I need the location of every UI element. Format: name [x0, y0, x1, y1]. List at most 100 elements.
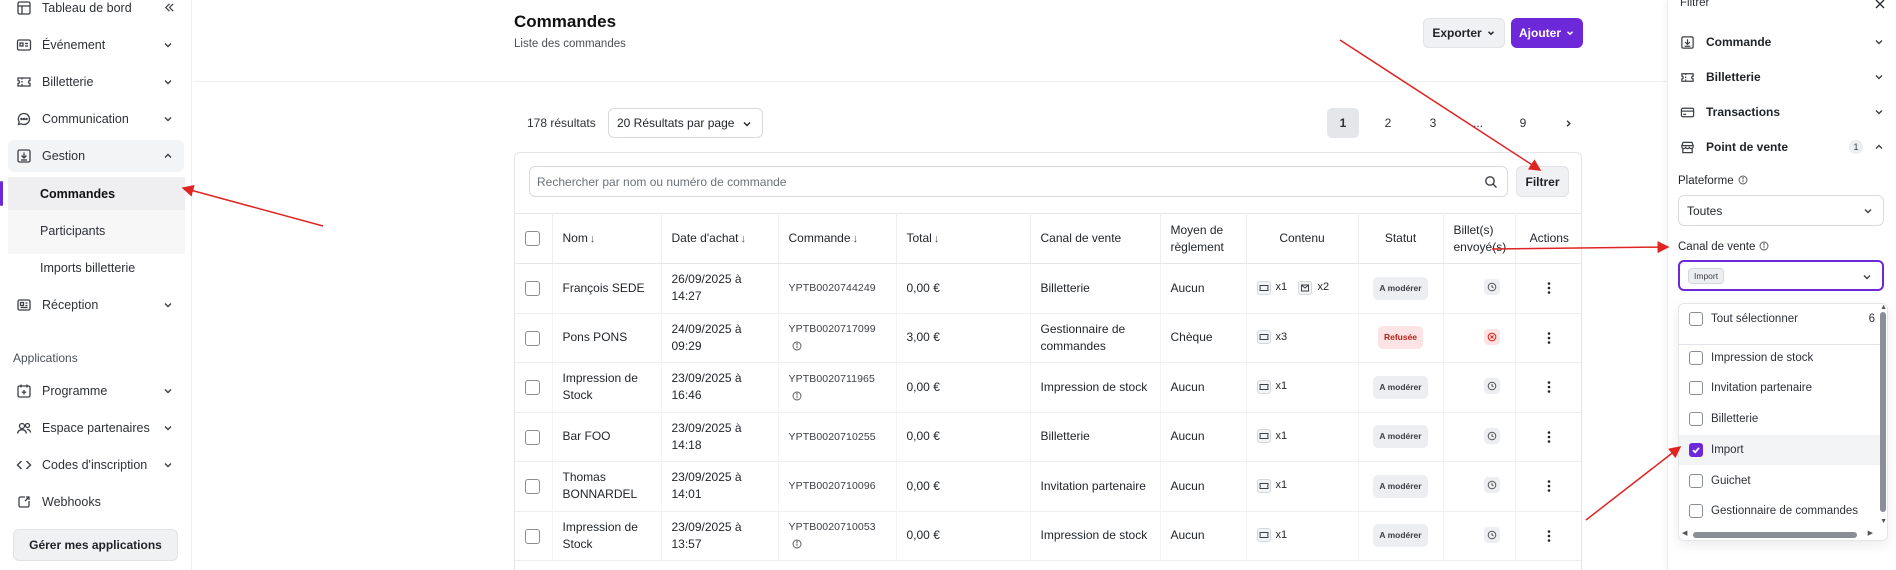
sidebar-item-dashboard[interactable]: Tableau de bord: [8, 0, 184, 24]
vertical-scrollbar[interactable]: [1880, 312, 1886, 512]
option-gestionnaire-de-commandes[interactable]: Gestionnaire de commandes: [1679, 496, 1881, 526]
row-checkbox[interactable]: [525, 330, 540, 346]
sort-icon: ↓: [852, 232, 859, 245]
sidebar-item-evenement[interactable]: Événement: [8, 29, 184, 61]
scroll-right-icon[interactable]: ▶: [1868, 529, 1873, 537]
option-checkbox-checked[interactable]: [1689, 443, 1703, 457]
add-button[interactable]: Ajouter: [1511, 18, 1583, 48]
page-button-9[interactable]: 9: [1507, 108, 1539, 138]
col-date[interactable]: Date d'achat ↓: [661, 213, 779, 264]
selected-channel-tag[interactable]: Import: [1688, 267, 1725, 284]
row-select-cell[interactable]: [515, 313, 553, 363]
row-checkbox[interactable]: [525, 281, 540, 297]
option-guichet[interactable]: Guichet: [1679, 466, 1881, 496]
table-row[interactable]: François SEDE 26/09/2025 à 14:27 YPTB002…: [515, 263, 1581, 314]
next-page-button[interactable]: [1552, 108, 1584, 138]
sidebar-item-webhooks[interactable]: Webhooks: [8, 486, 184, 518]
col-order[interactable]: Commande ↓: [778, 213, 897, 264]
filter-section-transactions[interactable]: Transactions: [1680, 97, 1885, 127]
search-box[interactable]: [529, 166, 1508, 197]
option-checkbox[interactable]: [1689, 351, 1703, 365]
per-page-select[interactable]: 20 Résultats par page: [608, 108, 763, 138]
option-label: Guichet: [1711, 475, 1751, 487]
col-total[interactable]: Total ↓: [896, 213, 1031, 264]
more-vertical-icon[interactable]: [1542, 281, 1556, 295]
export-button[interactable]: Exporter: [1423, 18, 1505, 48]
platform-select[interactable]: Toutes: [1678, 195, 1884, 226]
channel-select[interactable]: Import: [1678, 260, 1884, 291]
more-vertical-icon[interactable]: [1542, 479, 1556, 493]
scroll-left-icon[interactable]: ◀: [1682, 529, 1687, 537]
row-select-cell[interactable]: [515, 461, 553, 512]
info-icon[interactable]: [792, 341, 802, 351]
sidebar-item-gestion[interactable]: Gestion: [8, 140, 184, 172]
more-vertical-icon[interactable]: [1542, 380, 1556, 394]
sidebar-item-communication[interactable]: Communication: [8, 103, 184, 135]
select-all-cell[interactable]: [515, 213, 553, 264]
info-icon[interactable]: [792, 539, 802, 549]
filter-section-commande[interactable]: Commande: [1680, 27, 1885, 57]
page-button-3[interactable]: 3: [1417, 108, 1449, 138]
scroll-up-icon[interactable]: ▲: [1880, 304, 1887, 311]
page-button-1[interactable]: 1: [1327, 108, 1359, 138]
option-checkbox[interactable]: [1689, 474, 1703, 488]
row-checkbox[interactable]: [525, 380, 540, 396]
more-vertical-icon[interactable]: [1542, 430, 1556, 444]
sort-icon: ↓: [933, 232, 940, 245]
table-row[interactable]: Impression de Stock 23/09/2025 à 13:57 Y…: [515, 511, 1581, 561]
orders-table-card: Filtrer Nom↓ Date d'achat↓ Commande↓ Tot…: [514, 152, 1582, 570]
package-icon: [1298, 280, 1313, 295]
horizontal-scrollbar[interactable]: [1693, 532, 1857, 538]
table-row[interactable]: Pons PONS 24/09/2025 à 09:29 YPTB0020717…: [515, 313, 1581, 363]
filter-button[interactable]: Filtrer: [1516, 166, 1569, 197]
row-checkbox[interactable]: [525, 429, 540, 445]
row-select-cell[interactable]: [515, 362, 553, 413]
sidebar-subitem-participants[interactable]: Participants: [8, 214, 185, 247]
layout-icon: [17, 1, 31, 15]
sidebar-item-reception[interactable]: Réception: [8, 289, 184, 321]
search-input[interactable]: [537, 174, 1477, 189]
info-icon[interactable]: [792, 391, 802, 401]
option-import[interactable]: Import: [1679, 435, 1881, 465]
option-impression-de-stock[interactable]: Impression de stock: [1679, 343, 1881, 373]
page-button-2[interactable]: 2: [1372, 108, 1404, 138]
manage-apps-button[interactable]: Gérer mes applications: [13, 529, 178, 561]
table-row[interactable]: Bar FOO 23/09/2025 à 14:18 YPTB002071025…: [515, 412, 1581, 462]
option-checkbox[interactable]: [1689, 412, 1703, 426]
sidebar-item-codes-inscription[interactable]: Codes d'inscription: [8, 449, 184, 481]
cell-actions: [1515, 362, 1581, 413]
filter-section-billetterie[interactable]: Billetterie: [1680, 62, 1885, 92]
order-ref: YPTB0020710096: [788, 480, 876, 493]
option-checkbox[interactable]: [1689, 381, 1703, 395]
sidebar-subitem-imports-billetterie[interactable]: Imports billetterie: [8, 251, 185, 284]
more-vertical-icon[interactable]: [1542, 331, 1556, 345]
scroll-down-icon[interactable]: ▼: [1880, 518, 1887, 525]
option-checkbox[interactable]: [1689, 504, 1703, 518]
sidebar-subitem-commandes[interactable]: Commandes: [8, 177, 185, 210]
cell-name: Impression de Stock: [552, 362, 662, 413]
select-all-checkbox[interactable]: [525, 231, 540, 247]
collapse-sidebar-icon[interactable]: [163, 1, 176, 14]
filter-section-point-de-vente[interactable]: Point de vente 1: [1680, 132, 1885, 162]
sidebar-item-espace-partenaires[interactable]: Espace partenaires: [8, 412, 184, 444]
sidebar-item-programme[interactable]: Programme: [8, 375, 184, 407]
row-checkbox[interactable]: [525, 479, 540, 495]
info-icon[interactable]: [1759, 241, 1769, 251]
more-vertical-icon[interactable]: [1542, 529, 1556, 543]
row-select-cell[interactable]: [515, 263, 553, 314]
table-row[interactable]: Thomas BONNARDEL 23/09/2025 à 14:01 YPTB…: [515, 461, 1581, 512]
row-select-cell[interactable]: [515, 511, 553, 561]
option-checkbox[interactable]: [1689, 312, 1703, 326]
cell-channel: Impression de stock: [1030, 511, 1161, 561]
sidebar-item-billetterie[interactable]: Billetterie: [8, 66, 184, 98]
info-icon[interactable]: [1738, 175, 1748, 185]
row-select-cell[interactable]: [515, 412, 553, 462]
select-all-option[interactable]: Tout sélectionner 6: [1679, 304, 1881, 334]
col-name[interactable]: Nom ↓: [552, 213, 662, 264]
row-checkbox[interactable]: [525, 528, 540, 544]
table-row[interactable]: Impression de Stock 23/09/2025 à 16:46 Y…: [515, 362, 1581, 413]
close-icon[interactable]: [1874, 0, 1886, 10]
option-invitation-partenaire[interactable]: Invitation partenaire: [1679, 373, 1881, 403]
cell-sent: [1443, 362, 1516, 413]
option-billetterie[interactable]: Billetterie: [1679, 404, 1881, 434]
